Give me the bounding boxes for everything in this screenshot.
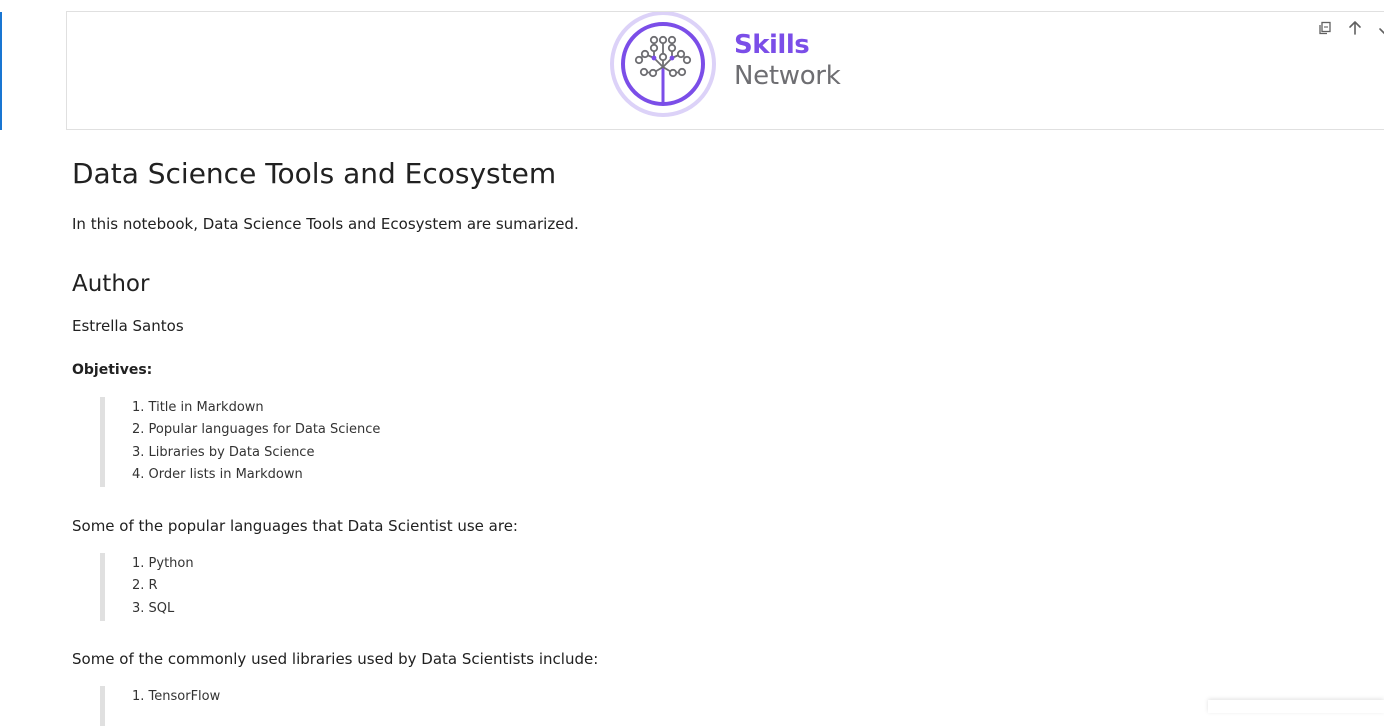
libraries-blockquote: 1. TensorFlow — [100, 686, 220, 726]
move-up-icon — [1349, 21, 1361, 35]
libraries-list: 1. TensorFlow — [132, 686, 220, 708]
objectives-label: Objetives: — [72, 362, 153, 378]
list-item: 1. Title in Markdown — [132, 400, 264, 415]
skills-network-logo-icon — [610, 11, 716, 117]
move-up-button[interactable] — [1345, 18, 1365, 38]
logo-wordmark: Skills Network — [734, 30, 841, 92]
list-item: 4. Order lists in Markdown — [132, 466, 303, 482]
list-item: 1. Python — [132, 556, 194, 571]
author-name: Estrella Santos — [72, 317, 184, 335]
languages-intro: Some of the popular languages that Data … — [72, 517, 518, 535]
list-item: 2. R — [132, 578, 158, 594]
objectives-list: 1. Title in Markdown 2. Popular language… — [132, 397, 380, 486]
list-item: 2. Popular languages for Data Science — [132, 422, 381, 438]
author-heading: Author — [72, 271, 150, 297]
libraries-intro: Some of the commonly used libraries used… — [72, 650, 599, 668]
duplicate-icon — [1319, 21, 1331, 35]
list-item: 3. SQL — [132, 600, 175, 616]
active-cell-indicator — [0, 12, 2, 130]
languages-blockquote: 1. Python 2. R 3. SQL — [100, 553, 194, 621]
cell-toolbar — [1315, 18, 1384, 38]
page-title: Data Science Tools and Ecosystem — [72, 157, 557, 190]
duplicate-cell-button[interactable] — [1315, 18, 1335, 38]
languages-list: 1. Python 2. R 3. SQL — [132, 553, 194, 620]
intro-paragraph: In this notebook, Data Science Tools and… — [72, 215, 579, 233]
skills-network-logo: Skills Network — [610, 11, 870, 120]
list-item: 1. TensorFlow — [132, 689, 221, 704]
list-item: 3. Libraries by Data Science — [132, 444, 315, 460]
banner-cell[interactable]: Skills Network — [66, 11, 1384, 130]
move-down-button[interactable] — [1375, 18, 1384, 38]
logo-skills-text: Skills — [734, 30, 810, 60]
objectives-blockquote: 1. Title in Markdown 2. Popular language… — [100, 397, 380, 487]
corner-panel-edge — [1208, 700, 1384, 713]
logo-network-text: Network — [734, 61, 841, 91]
move-down-icon — [1379, 28, 1384, 35]
